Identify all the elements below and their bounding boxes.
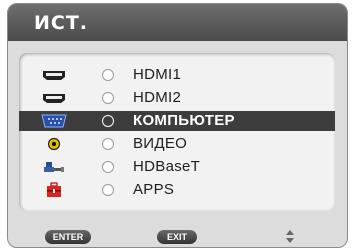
radio-button[interactable] [102, 69, 114, 81]
radio-button[interactable] [102, 115, 114, 127]
hdmi-icon [41, 90, 67, 106]
source-item-computer[interactable]: КОМПЬЮТЕР [19, 111, 335, 131]
source-label: HDBaseT [133, 158, 201, 175]
menu-title: ИСТ. [34, 12, 89, 34]
title-bar: ИСТ. [8, 4, 347, 41]
source-item-apps[interactable]: APPS [19, 180, 335, 200]
hdmi-icon [41, 67, 67, 83]
up-down-arrows-icon [285, 226, 295, 246]
radio-button[interactable] [102, 138, 114, 150]
radio-button[interactable] [102, 92, 114, 104]
source-label: APPS [133, 181, 175, 198]
source-label: ВИДЕО [133, 135, 188, 152]
source-label: HDMI1 [133, 66, 182, 83]
exit-button[interactable]: EXIT [157, 230, 197, 244]
input-source-menu: ИСТ. HDMI1 HDMI2 КОМПЬЮТЕР ВИДЕО HDBaseT… [7, 3, 348, 248]
computer-vga-icon [41, 113, 67, 129]
hdbaset-network-icon [41, 159, 67, 175]
source-list: HDMI1 HDMI2 КОМПЬЮТЕР ВИДЕО HDBaseT APPS [19, 53, 335, 211]
video-rca-icon [41, 136, 67, 152]
source-item-hdbaset[interactable]: HDBaseT [19, 157, 335, 177]
source-label: КОМПЬЮТЕР [133, 112, 235, 129]
source-label: HDMI2 [133, 89, 182, 106]
source-item-video[interactable]: ВИДЕО [19, 134, 335, 154]
source-item-hdmi2[interactable]: HDMI2 [19, 88, 335, 108]
radio-button[interactable] [102, 161, 114, 173]
source-item-hdmi1[interactable]: HDMI1 [19, 65, 335, 85]
apps-toolbox-icon [41, 182, 67, 198]
radio-button[interactable] [102, 184, 114, 196]
enter-button[interactable]: ENTER [45, 230, 91, 244]
